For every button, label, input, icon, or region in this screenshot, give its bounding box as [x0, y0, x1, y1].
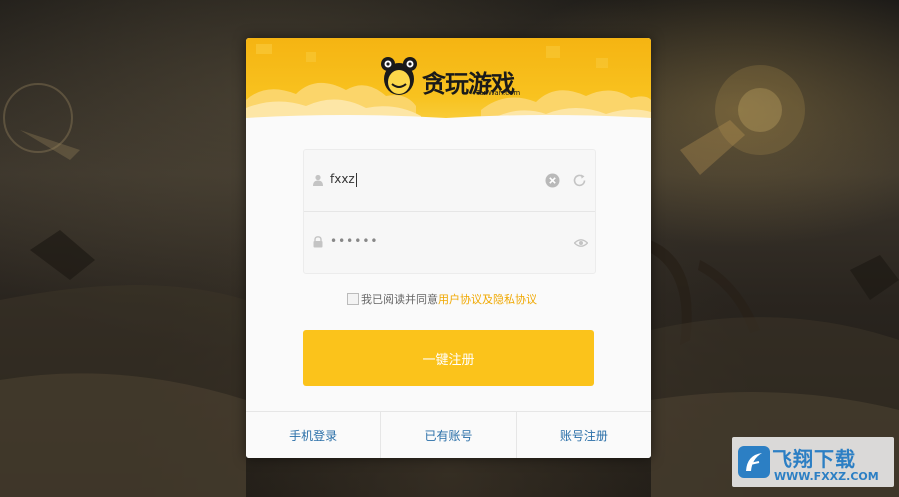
bottom-nav: 手机登录 已有账号 账号注册: [246, 411, 651, 458]
refresh-icon[interactable]: [572, 173, 587, 188]
register-button[interactable]: 一键注册: [303, 330, 594, 386]
username-field[interactable]: fxxz: [304, 150, 595, 212]
agreement-row: 我已阅读并同意 用户协议及隐私协议: [347, 291, 537, 307]
lock-icon: [313, 236, 323, 248]
fxxz-logo-icon: [738, 446, 770, 478]
brand-logo: 贪玩游戏 TanWan.com: [376, 52, 526, 102]
nav-account-register[interactable]: 账号注册: [515, 412, 651, 458]
password-field[interactable]: ••••••: [304, 212, 595, 273]
watermark-title: 飞翔下载: [772, 447, 856, 471]
text-cursor: [355, 172, 357, 187]
agreement-checkbox[interactable]: [347, 293, 359, 305]
register-panel: 贪玩游戏 TanWan.com fxxz •••••• 我已阅读并同意 用户协议…: [246, 38, 651, 458]
password-input[interactable]: ••••••: [330, 234, 378, 248]
agreement-text: 我已阅读并同意: [361, 293, 438, 306]
username-input[interactable]: fxxz: [330, 172, 357, 187]
eye-icon[interactable]: [574, 238, 588, 248]
site-watermark: 飞翔下载 WWW.FXXZ.COM: [732, 437, 894, 487]
header-banner: 贪玩游戏 TanWan.com: [246, 38, 651, 122]
nav-phone-login[interactable]: 手机登录: [246, 412, 380, 458]
tanwan-mascot-logo: [381, 57, 417, 95]
watermark-url: WWW.FXXZ.COM: [774, 470, 879, 483]
nav-have-account[interactable]: 已有账号: [380, 412, 515, 458]
agreement-link[interactable]: 用户协议及隐私协议: [438, 291, 537, 307]
register-form: fxxz ••••••: [303, 149, 596, 274]
user-icon: [313, 174, 323, 186]
logo-subtitle: TanWan.com: [476, 89, 521, 97]
clear-icon[interactable]: [545, 173, 560, 188]
